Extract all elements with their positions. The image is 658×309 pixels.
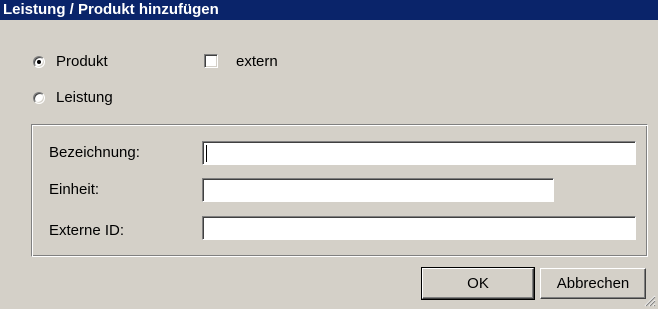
einheit-input[interactable]	[202, 178, 554, 202]
bezeichnung-label: Bezeichnung:	[49, 144, 140, 161]
radio-button-icon[interactable]	[33, 91, 45, 104]
externe-id-label: Externe ID:	[49, 222, 125, 239]
bezeichnung-input[interactable]	[202, 141, 636, 165]
radio-produkt-label[interactable]: Produkt	[56, 53, 108, 70]
resize-grip-icon[interactable]	[644, 295, 656, 307]
extern-checkbox[interactable]	[204, 54, 218, 68]
extern-checkbox-label[interactable]: extern	[236, 53, 278, 70]
radio-produkt[interactable]: Produkt	[33, 53, 108, 70]
text-cursor	[206, 145, 207, 162]
radio-button-icon[interactable]	[33, 55, 45, 68]
ok-button[interactable]: OK	[421, 267, 535, 300]
externe-id-input[interactable]	[202, 216, 636, 240]
radio-leistung[interactable]: Leistung	[33, 89, 113, 106]
radio-dot-icon	[37, 59, 41, 64]
cancel-button[interactable]: Abbrechen	[540, 268, 646, 299]
einheit-label: Einheit:	[49, 181, 100, 198]
radio-leistung-label[interactable]: Leistung	[56, 89, 113, 106]
window-title: Leistung / Produkt hinzufügen	[0, 0, 658, 20]
